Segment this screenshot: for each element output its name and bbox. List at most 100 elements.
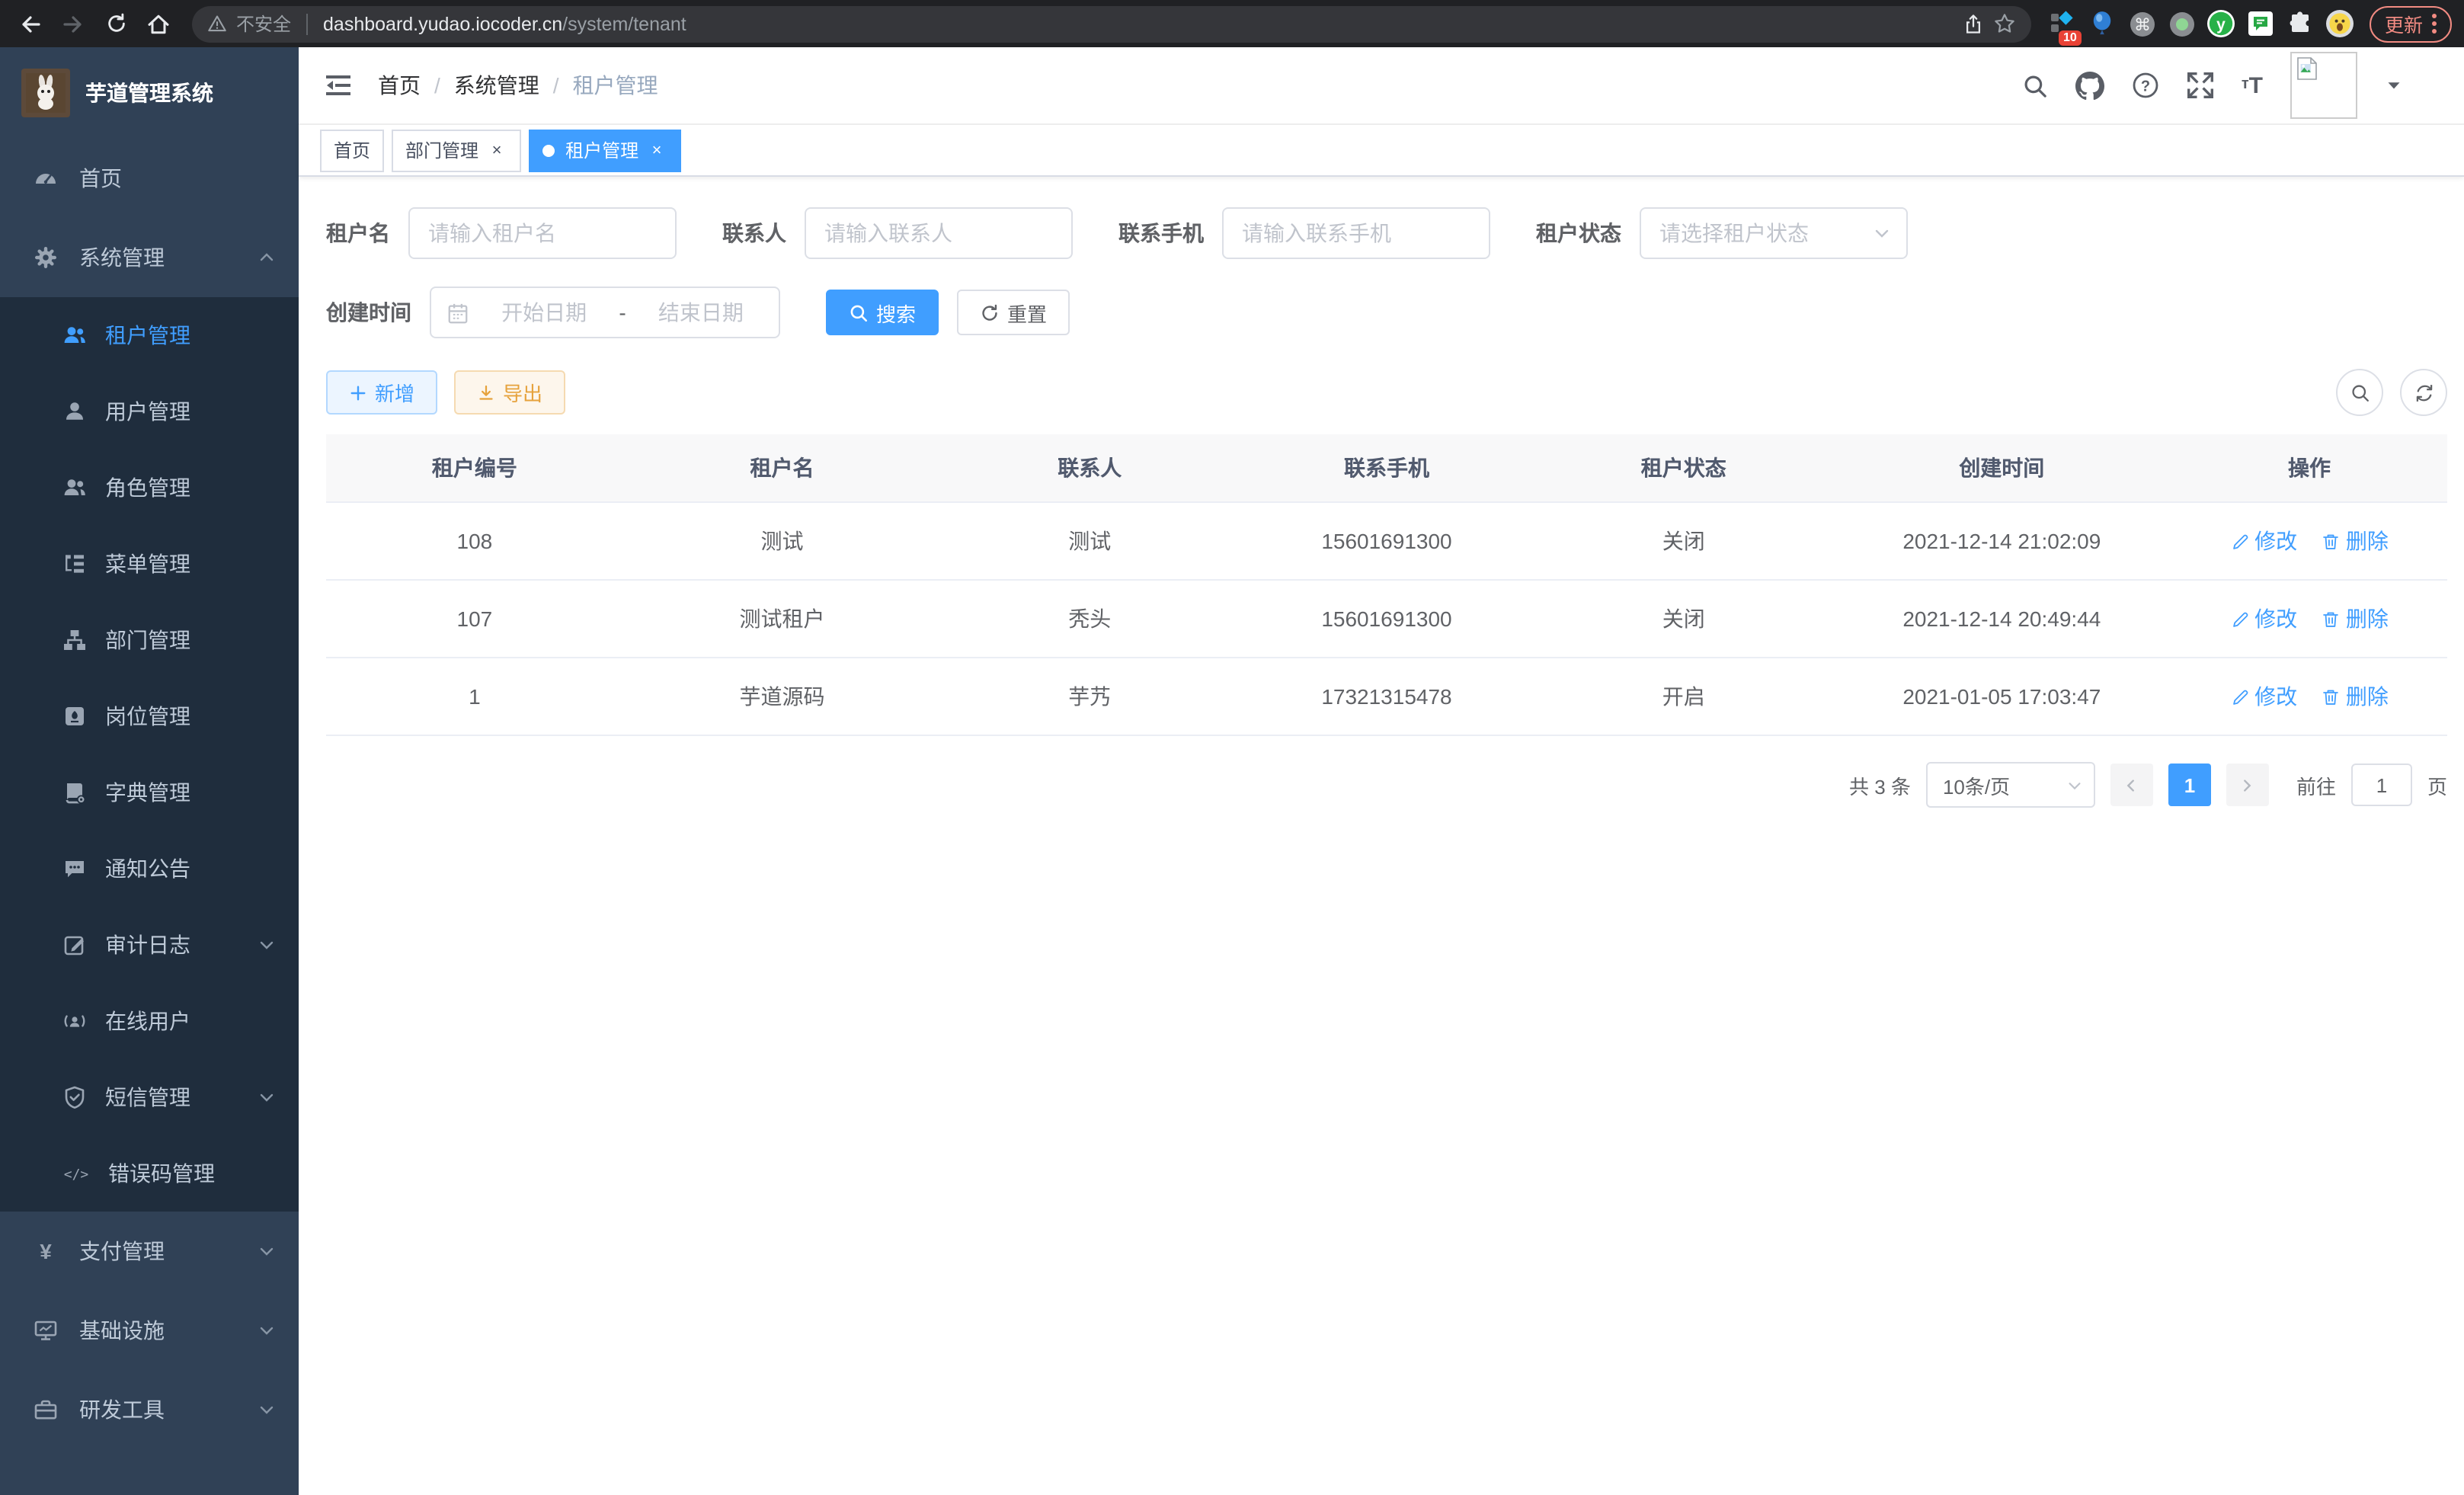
browser-reload-button[interactable] xyxy=(98,5,134,42)
show-search-toggle-button[interactable] xyxy=(2336,369,2383,416)
profile-avatar-icon[interactable] xyxy=(2324,7,2357,40)
start-date-placeholder: 开始日期 xyxy=(482,297,606,328)
chrome-menu-kebab-icon[interactable] xyxy=(2432,14,2437,34)
share-icon[interactable] xyxy=(1963,13,1984,34)
page-size-select[interactable]: 10条/页 xyxy=(1926,762,2095,808)
sidebar-item-label: 部门管理 xyxy=(105,625,274,655)
add-button-label: 新增 xyxy=(375,378,414,407)
online-user-signal-icon xyxy=(62,1009,87,1033)
edit-pencil-icon xyxy=(2230,687,2250,706)
user-avatar[interactable] xyxy=(2290,52,2357,119)
sidebar-item-notice[interactable]: 通知公告 xyxy=(0,831,299,907)
yen-icon: ¥ xyxy=(34,1239,58,1263)
export-button[interactable]: 导出 xyxy=(454,370,565,415)
extension-y-icon[interactable]: y xyxy=(2205,7,2238,40)
sidebar-item-label: 支付管理 xyxy=(79,1236,259,1266)
chevron-down-icon xyxy=(259,1323,274,1338)
tenant-name-label: 租户名 xyxy=(326,218,390,248)
sidebar-item-role[interactable]: 角色管理 xyxy=(0,450,299,526)
close-icon[interactable]: × xyxy=(486,139,507,161)
sidebar-item-pay[interactable]: ¥ 支付管理 xyxy=(0,1212,299,1291)
update-label: 更新 xyxy=(2385,9,2423,38)
breadcrumb-home[interactable]: 首页 xyxy=(378,70,421,101)
delete-link[interactable]: 删除 xyxy=(2322,681,2389,712)
edit-link[interactable]: 修改 xyxy=(2230,526,2297,556)
delete-link[interactable]: 删除 xyxy=(2322,526,2389,556)
tab-dept[interactable]: 部门管理 × xyxy=(392,129,521,171)
sidebar-item-infra[interactable]: 基础设施 xyxy=(0,1291,299,1370)
reset-button[interactable]: 重置 xyxy=(957,290,1070,335)
sidebar-item-home[interactable]: 首页 xyxy=(0,139,299,218)
sidebar-item-dev[interactable]: 研发工具 xyxy=(0,1370,299,1449)
extension-tampermonkey-icon[interactable]: 10 xyxy=(2046,7,2080,40)
close-icon[interactable]: × xyxy=(646,139,667,161)
sidebar-item-online[interactable]: 在线用户 xyxy=(0,983,299,1059)
sidebar-item-user[interactable]: 用户管理 xyxy=(0,373,299,450)
range-separator: - xyxy=(619,300,626,325)
search-icon xyxy=(2349,382,2370,403)
goto-page-input[interactable] xyxy=(2351,764,2412,806)
breadcrumb-system[interactable]: 系统管理 xyxy=(454,70,539,101)
extension-chat-icon[interactable] xyxy=(2245,7,2278,40)
edit-pencil-icon xyxy=(2230,609,2250,629)
contact-input[interactable] xyxy=(805,207,1073,259)
browser-forward-button[interactable] xyxy=(55,5,91,42)
sidebar-item-audit[interactable]: 审计日志 xyxy=(0,907,299,983)
add-button[interactable]: 新增 xyxy=(326,370,437,415)
total-count: 共 3 条 xyxy=(1849,770,1911,799)
tab-label: 部门管理 xyxy=(405,137,478,163)
extension-balloon-icon[interactable] xyxy=(2086,7,2120,40)
refresh-table-button[interactable] xyxy=(2400,369,2447,416)
edit-link[interactable]: 修改 xyxy=(2230,681,2297,712)
svg-text:</>: </> xyxy=(64,1167,89,1183)
header-search-icon[interactable] xyxy=(2022,72,2048,98)
tab-home[interactable]: 首页 xyxy=(320,129,384,171)
help-icon[interactable]: ? xyxy=(2132,72,2159,99)
browser-back-button[interactable] xyxy=(12,5,49,42)
sidebar-item-dict[interactable]: 字典管理 xyxy=(0,754,299,831)
menu-tree-icon xyxy=(62,552,87,576)
cell-contact: 秃头 xyxy=(941,580,1238,658)
cell-tenant-id: 107 xyxy=(326,580,623,658)
tab-label: 首页 xyxy=(334,137,370,163)
chevron-right-icon xyxy=(2239,776,2256,793)
sidebar-collapse-icon[interactable] xyxy=(323,70,354,101)
status-select[interactable]: 请选择租户状态 xyxy=(1640,207,1908,259)
github-icon[interactable] xyxy=(2075,71,2104,100)
tab-tenant[interactable]: 租户管理× xyxy=(529,129,681,171)
address-bar[interactable]: 不安全 dashboard.yudao.iocoder.cn/system/te… xyxy=(192,5,2031,42)
sidebar-item-system[interactable]: 系统管理 xyxy=(0,218,299,297)
bookmark-star-icon[interactable] xyxy=(1993,12,2016,35)
tenant-name-input[interactable] xyxy=(408,207,677,259)
breadcrumb-current: 租户管理 xyxy=(573,70,658,101)
org-chart-icon xyxy=(62,628,87,652)
date-range-picker[interactable]: 开始日期 - 结束日期 xyxy=(430,287,780,338)
font-size-icon[interactable]: тT xyxy=(2242,74,2263,97)
extension-cmd-icon[interactable]: ⌘ xyxy=(2126,7,2159,40)
extensions-puzzle-icon[interactable] xyxy=(2284,7,2318,40)
sidebar-item-label: 审计日志 xyxy=(105,930,259,960)
app-logo: 芋道管理系统 xyxy=(0,47,299,139)
delete-link[interactable]: 删除 xyxy=(2322,603,2389,634)
prev-page-button[interactable] xyxy=(2110,764,2153,806)
next-page-button[interactable] xyxy=(2226,764,2269,806)
sidebar-item-dept[interactable]: 部门管理 xyxy=(0,602,299,678)
search-button[interactable]: 搜索 xyxy=(826,290,939,335)
sidebar-item-post[interactable]: 岗位管理 xyxy=(0,678,299,754)
page-number-current[interactable]: 1 xyxy=(2168,764,2211,806)
browser-home-button[interactable] xyxy=(140,5,177,42)
chrome-update-button[interactable]: 更新 xyxy=(2370,5,2452,42)
sidebar-item-sms[interactable]: 短信管理 xyxy=(0,1059,299,1135)
fullscreen-icon[interactable] xyxy=(2187,72,2214,99)
back-icon xyxy=(18,11,43,36)
chevron-down-icon xyxy=(259,937,274,952)
delete-label: 删除 xyxy=(2346,681,2389,712)
sidebar-item-tenant[interactable]: 租户管理 xyxy=(0,297,299,373)
extension-recorder-icon[interactable] xyxy=(2165,7,2199,40)
sidebar-item-errcode[interactable]: </> 错误码管理 xyxy=(0,1135,299,1212)
avatar-caret-icon[interactable] xyxy=(2385,76,2403,94)
edit-link[interactable]: 修改 xyxy=(2230,603,2297,634)
mobile-input[interactable] xyxy=(1222,207,1490,259)
chevron-up-icon xyxy=(259,250,274,265)
sidebar-item-menu[interactable]: 菜单管理 xyxy=(0,526,299,602)
